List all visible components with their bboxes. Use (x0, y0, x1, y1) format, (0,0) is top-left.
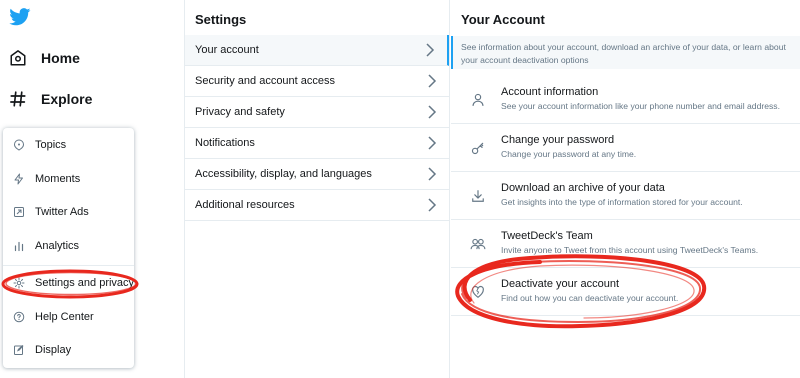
settings-title: Settings (195, 12, 247, 27)
account-intro-text: See information about your account, down… (451, 36, 800, 69)
account-item-description: Find out how you can deactivate your acc… (501, 293, 679, 303)
menu-item-topics[interactable]: Topics (3, 130, 134, 160)
column-divider (449, 0, 450, 378)
twitter-ads-icon (13, 206, 25, 218)
hashtag-icon (9, 90, 27, 108)
menu-item-display[interactable]: Display (3, 335, 134, 365)
settings-item-label: Accessibility, display, and languages (195, 168, 372, 180)
chevron-right-icon (428, 105, 437, 119)
chevron-right-icon (426, 43, 435, 57)
account-item-title: Download an archive of your data (501, 182, 665, 194)
settings-item-notifications[interactable]: Notifications (185, 128, 449, 159)
more-menu: Topics Moments Twitter Ads Analytics Set… (3, 128, 134, 368)
nav-explore-label: Explore (41, 91, 93, 107)
menu-item-label: Moments (35, 173, 81, 185)
settings-item-additional-resources[interactable]: Additional resources (185, 190, 449, 221)
nav-home[interactable]: Home (9, 45, 80, 71)
account-item-account-information[interactable]: Account information See your account inf… (451, 76, 800, 124)
menu-divider (3, 265, 134, 266)
account-item-description: Get insights into the type of informatio… (501, 197, 743, 207)
nav-home-label: Home (41, 50, 80, 66)
account-title: Your Account (461, 12, 545, 27)
home-icon (9, 49, 27, 67)
chevron-right-icon (428, 74, 437, 88)
menu-item-help-center[interactable]: Help Center (3, 302, 134, 332)
account-item-description: See your account information like your p… (501, 101, 780, 111)
nav-explore[interactable]: Explore (9, 86, 92, 112)
settings-item-privacy[interactable]: Privacy and safety (185, 97, 449, 128)
download-icon (470, 188, 486, 204)
account-item-title: Change your password (501, 134, 615, 146)
account-item-description: Invite anyone to Tweet from this account… (501, 245, 759, 255)
menu-item-twitter-ads[interactable]: Twitter Ads (3, 197, 134, 227)
settings-item-security[interactable]: Security and account access (185, 66, 449, 97)
settings-item-accessibility[interactable]: Accessibility, display, and languages (185, 159, 449, 190)
topics-icon (13, 139, 25, 151)
account-item-tweetdeck-team[interactable]: TweetDeck's Team Invite anyone to Tweet … (451, 220, 800, 268)
help-icon (13, 311, 25, 323)
menu-item-label: Settings and privacy (35, 277, 135, 289)
settings-item-label: Security and account access (195, 75, 336, 87)
settings-item-label: Privacy and safety (195, 106, 285, 118)
settings-item-label: Notifications (195, 137, 255, 149)
key-icon (470, 140, 486, 156)
menu-item-analytics[interactable]: Analytics (3, 231, 134, 261)
account-item-download-archive[interactable]: Download an archive of your data Get ins… (451, 172, 800, 220)
chevron-right-icon (428, 167, 437, 181)
account-item-title: Deactivate your account (501, 278, 620, 290)
broken-heart-icon (470, 284, 486, 300)
settings-item-your-account[interactable]: Your account (185, 35, 449, 66)
menu-item-label: Topics (35, 139, 67, 151)
account-item-change-password[interactable]: Change your password Change your passwor… (451, 124, 800, 172)
account-item-title: TweetDeck's Team (501, 230, 593, 242)
account-item-description: Change your password at any time. (501, 149, 637, 159)
settings-item-label: Your account (195, 44, 259, 56)
chevron-right-icon (428, 198, 437, 212)
settings-item-label: Additional resources (195, 199, 295, 211)
menu-item-label: Analytics (35, 240, 80, 252)
twitter-logo-icon[interactable] (9, 8, 31, 26)
menu-item-settings-and-privacy[interactable]: Settings and privacy (3, 268, 134, 298)
account-item-title: Account information (501, 86, 599, 98)
display-icon (13, 344, 25, 356)
account-item-deactivate[interactable]: Deactivate your account Find out how you… (451, 268, 800, 316)
gear-icon (13, 277, 25, 289)
menu-item-label: Help Center (35, 311, 94, 323)
menu-item-label: Display (35, 344, 72, 356)
chevron-right-icon (428, 136, 437, 150)
person-icon (470, 92, 486, 108)
menu-item-label: Twitter Ads (35, 206, 89, 218)
menu-item-moments[interactable]: Moments (3, 164, 134, 194)
analytics-icon (13, 240, 25, 252)
team-icon (470, 236, 486, 252)
moments-icon (13, 173, 25, 185)
left-navigation: Home Explore Topics Moments Twitter Ads (0, 0, 184, 378)
